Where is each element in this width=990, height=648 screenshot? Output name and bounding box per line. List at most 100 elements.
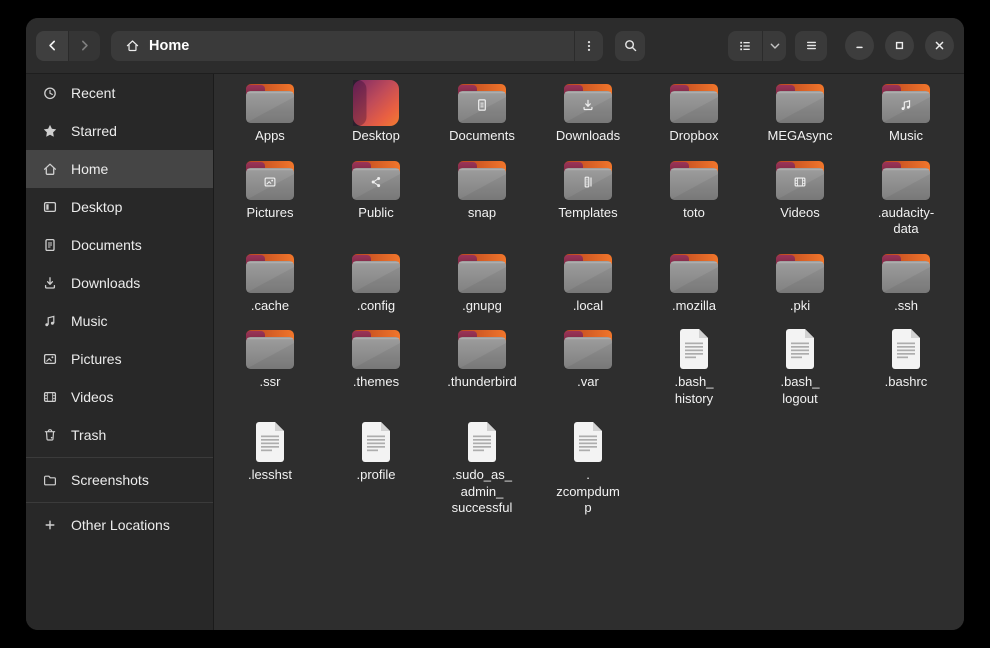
search-icon bbox=[623, 38, 638, 53]
text-file-icon bbox=[570, 419, 606, 465]
file-item[interactable]: Public bbox=[323, 157, 429, 222]
sidebar-item-label: Home bbox=[71, 161, 108, 177]
path-bar[interactable]: Home bbox=[111, 31, 603, 61]
file-item-label: .​mozilla bbox=[672, 298, 716, 315]
file-item-label: Documents bbox=[449, 128, 515, 145]
file-item[interactable]: Templates bbox=[535, 157, 641, 222]
folder-icon bbox=[776, 250, 824, 296]
sidebar-item-home[interactable]: Home bbox=[26, 150, 213, 188]
file-item[interactable]: .​lesshst bbox=[217, 419, 323, 484]
home-icon bbox=[125, 38, 140, 53]
file-item[interactable]: Apps bbox=[217, 80, 323, 145]
folder-icon bbox=[246, 157, 294, 203]
sidebar-item-icon bbox=[42, 517, 58, 533]
path-menu-button[interactable] bbox=[574, 31, 603, 61]
minimize-button[interactable] bbox=[845, 31, 874, 60]
file-item[interactable]: .​pki bbox=[747, 250, 853, 315]
file-item[interactable]: .​zcompdump bbox=[535, 419, 641, 517]
file-item[interactable]: .​themes bbox=[323, 326, 429, 391]
file-item[interactable]: .​sudo_​as_​admin_​successful bbox=[429, 419, 535, 517]
file-item[interactable]: .​audacity-​data bbox=[853, 157, 959, 238]
file-item[interactable]: Downloads bbox=[535, 80, 641, 145]
folder-icon bbox=[352, 326, 400, 372]
file-item[interactable]: .​bashrc bbox=[853, 326, 959, 391]
file-item[interactable]: .​cache bbox=[217, 250, 323, 315]
sidebar-item-pictures[interactable]: Pictures bbox=[26, 340, 213, 378]
file-item[interactable]: .​bash_​logout bbox=[747, 326, 853, 407]
sidebar-item-icon bbox=[42, 161, 58, 177]
sidebar-item-icon bbox=[42, 389, 58, 405]
close-button[interactable] bbox=[925, 31, 954, 60]
text-file-icon bbox=[676, 326, 712, 372]
file-item[interactable]: Desktop bbox=[323, 80, 429, 145]
file-item-label: .​cache bbox=[251, 298, 289, 315]
sidebar-item-videos[interactable]: Videos bbox=[26, 378, 213, 416]
file-item[interactable]: toto bbox=[641, 157, 747, 222]
sidebar-item-label: Other Locations bbox=[71, 517, 170, 533]
file-item[interactable]: .​config bbox=[323, 250, 429, 315]
file-item[interactable]: .​gnupg bbox=[429, 250, 535, 315]
window-content: Recent Starred Home Desktop Documents Do… bbox=[26, 74, 964, 630]
maximize-button[interactable] bbox=[885, 31, 914, 60]
file-item[interactable]: Videos bbox=[747, 157, 853, 222]
folder-icon bbox=[246, 326, 294, 372]
file-item[interactable]: .​var bbox=[535, 326, 641, 391]
sidebar-item-label: Documents bbox=[71, 237, 142, 253]
main-menu-button[interactable] bbox=[795, 31, 827, 61]
chevron-right-icon bbox=[77, 38, 92, 53]
chevron-down-icon bbox=[768, 39, 782, 53]
kebab-menu-icon bbox=[582, 39, 596, 53]
sidebar-item-downloads[interactable]: Downloads bbox=[26, 264, 213, 302]
file-item-label: .​thunderbird bbox=[447, 374, 516, 391]
sidebar-item-label: Videos bbox=[71, 389, 114, 405]
file-item[interactable]: .​ssr bbox=[217, 326, 323, 391]
file-item-label: .​profile bbox=[356, 467, 395, 484]
file-item[interactable]: .​ssh bbox=[853, 250, 959, 315]
folder-icon bbox=[882, 250, 930, 296]
file-item[interactable]: .​profile bbox=[323, 419, 429, 484]
file-item[interactable]: snap bbox=[429, 157, 535, 222]
file-browser-pane[interactable]: Apps Desktop Documents Downloads Dropbox… bbox=[214, 74, 964, 630]
file-item[interactable]: MEGAsync bbox=[747, 80, 853, 145]
folder-icon bbox=[882, 80, 930, 126]
file-item[interactable]: Documents bbox=[429, 80, 535, 145]
file-item[interactable]: .​local bbox=[535, 250, 641, 315]
folder-icon bbox=[458, 326, 506, 372]
sidebar-item-documents[interactable]: Documents bbox=[26, 226, 213, 264]
search-button[interactable] bbox=[615, 31, 645, 61]
folder-icon bbox=[246, 80, 294, 126]
hamburger-menu-icon bbox=[804, 38, 819, 53]
sidebar-item-icon bbox=[42, 275, 58, 291]
forward-button[interactable] bbox=[68, 31, 100, 61]
folder-icon bbox=[670, 250, 718, 296]
sidebar-item-desktop[interactable]: Desktop bbox=[26, 188, 213, 226]
file-item[interactable]: .​mozilla bbox=[641, 250, 747, 315]
file-item[interactable]: Pictures bbox=[217, 157, 323, 222]
text-file-icon bbox=[782, 326, 818, 372]
sidebar-item-screenshots[interactable]: Screenshots bbox=[26, 461, 213, 499]
file-item[interactable]: Music bbox=[853, 80, 959, 145]
back-button[interactable] bbox=[36, 31, 68, 61]
sidebar-separator bbox=[26, 457, 213, 458]
sidebar-item-icon bbox=[42, 123, 58, 139]
file-item[interactable]: Dropbox bbox=[641, 80, 747, 145]
file-item[interactable]: .​bash_​history bbox=[641, 326, 747, 407]
folder-icon bbox=[564, 157, 612, 203]
sidebar-item-recent[interactable]: Recent bbox=[26, 74, 213, 112]
sidebar-item-music[interactable]: Music bbox=[26, 302, 213, 340]
sidebar-item-icon bbox=[42, 427, 58, 443]
file-item[interactable]: .​thunderbird bbox=[429, 326, 535, 391]
file-item-label: .​bash_​logout bbox=[765, 374, 835, 407]
list-view-button[interactable] bbox=[728, 31, 762, 61]
file-item-label: .​gnupg bbox=[462, 298, 502, 315]
sidebar-item-trash[interactable]: Trash bbox=[26, 416, 213, 454]
file-item-label: Templates bbox=[558, 205, 617, 222]
folder-icon bbox=[670, 157, 718, 203]
file-item-label: .​config bbox=[357, 298, 395, 315]
sidebar-item-other-locations[interactable]: Other Locations bbox=[26, 506, 213, 544]
sidebar-bookmarks-section: Screenshots bbox=[26, 461, 213, 499]
view-options-dropdown[interactable] bbox=[762, 31, 786, 61]
folder-icon bbox=[458, 157, 506, 203]
sidebar-item-starred[interactable]: Starred bbox=[26, 112, 213, 150]
files-window: Home bbox=[26, 18, 964, 630]
